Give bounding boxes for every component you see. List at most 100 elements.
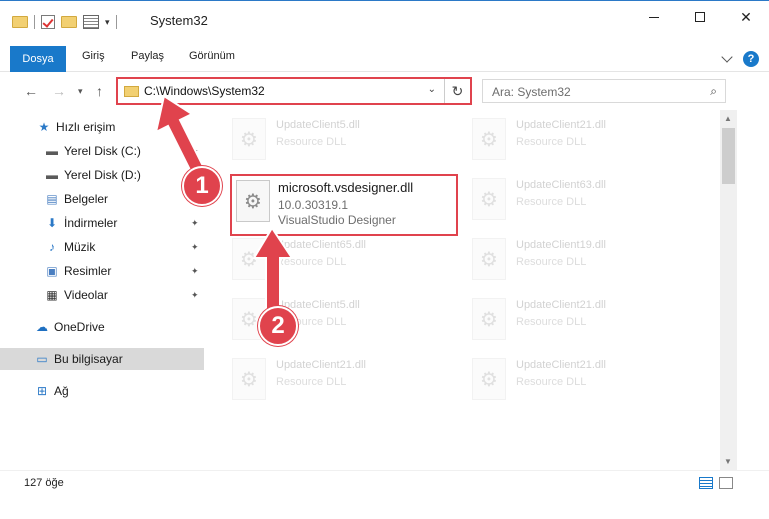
step-badge-1: 1 bbox=[182, 166, 222, 206]
file-description: Resource DLL bbox=[516, 136, 587, 148]
scroll-down-icon[interactable]: ▼ bbox=[724, 457, 732, 466]
dll-gear-icon: ⚙ bbox=[232, 118, 266, 160]
file-description: Resource DLL bbox=[276, 136, 347, 148]
file-description: Resource DLL bbox=[516, 316, 587, 328]
star-icon: ★ bbox=[38, 120, 50, 134]
minimize-button[interactable] bbox=[631, 1, 677, 33]
recent-locations-chevron-icon[interactable]: ▾ bbox=[78, 86, 83, 97]
tab-view[interactable]: Görünüm bbox=[189, 50, 235, 62]
file-name: UpdateClient21.dll bbox=[516, 119, 606, 131]
file-description: Resource DLL bbox=[516, 196, 587, 208]
downloads-icon: ⬇ bbox=[46, 216, 58, 230]
sidebar-item-label: Yerel Disk (C:) bbox=[64, 144, 141, 158]
up-arrow-icon[interactable]: ↑ bbox=[96, 83, 103, 99]
dll-gear-icon: ⚙ bbox=[472, 118, 506, 160]
search-box[interactable]: Ara: System32 ⌕ bbox=[482, 79, 726, 103]
toolbar-divider bbox=[34, 15, 35, 29]
sidebar-item-label: Müzik bbox=[64, 240, 96, 254]
sidebar-item[interactable]: ▭ Bu bilgisayar bbox=[0, 348, 204, 370]
close-icon: ✕ bbox=[740, 8, 752, 25]
file-item[interactable]: ⚙ UpdateClient21.dll Resource DLL bbox=[230, 354, 460, 410]
file-item[interactable]: ⚙ UpdateClient21.dll Resource DLL bbox=[470, 354, 700, 410]
pictures-icon: ▣ bbox=[46, 264, 58, 278]
folder-icon[interactable] bbox=[12, 16, 28, 28]
vertical-scrollbar[interactable]: ▲ ▼ bbox=[720, 110, 737, 470]
drive-d-icon: ▬ bbox=[46, 168, 58, 182]
sidebar-item-label: İndirmeler bbox=[64, 216, 118, 230]
file-name: UpdateClient21.dll bbox=[276, 359, 366, 371]
tab-file[interactable]: Dosya bbox=[10, 46, 66, 72]
window-controls: ✕ bbox=[631, 1, 769, 33]
quick-access-toolbar: ▾ bbox=[12, 15, 117, 29]
this-pc-icon: ▭ bbox=[36, 352, 48, 366]
sidebar-item[interactable]: ▣ Resimler ✦ bbox=[0, 260, 204, 282]
documents-icon: ▤ bbox=[46, 192, 58, 206]
file-item[interactable]: ⚙ UpdateClient63.dll Resource DLL bbox=[470, 174, 700, 230]
videos-icon: ▦ bbox=[46, 288, 58, 302]
dll-gear-icon: ⚙ bbox=[472, 298, 506, 340]
file-description: Resource DLL bbox=[276, 376, 347, 388]
scroll-up-icon[interactable]: ▲ bbox=[724, 114, 732, 123]
pin-icon[interactable]: ✦ bbox=[191, 266, 199, 277]
file-item[interactable]: ⚙ UpdateClient21.dll Resource DLL bbox=[470, 114, 700, 170]
maximize-button[interactable] bbox=[677, 1, 723, 33]
pin-icon[interactable]: ✦ bbox=[191, 218, 199, 229]
pin-icon[interactable]: ✦ bbox=[191, 290, 199, 301]
file-description: Resource DLL bbox=[516, 256, 587, 268]
minimize-icon bbox=[649, 16, 659, 18]
new-folder-icon[interactable] bbox=[61, 16, 77, 28]
sidebar-item-label: Resimler bbox=[64, 264, 112, 278]
customize-toolbar-chevron-icon[interactable]: ▾ bbox=[105, 17, 110, 28]
expand-ribbon-chevron-icon[interactable] bbox=[721, 51, 733, 63]
dll-gear-icon: ⚙ bbox=[232, 358, 266, 400]
search-icon[interactable]: ⌕ bbox=[710, 84, 717, 99]
search-placeholder: Ara: System32 bbox=[492, 85, 571, 99]
ribbon-tabs: Dosya Giriş Paylaş Görünüm ? bbox=[0, 46, 769, 72]
sidebar-item[interactable]: ☁ OneDrive bbox=[0, 316, 204, 338]
step-badge-2: 2 bbox=[258, 306, 298, 346]
drive-c-icon: ▬ bbox=[46, 144, 58, 158]
dll-gear-icon: ⚙ bbox=[472, 178, 506, 220]
properties-check-icon[interactable] bbox=[41, 15, 55, 29]
sidebar-item-label: Bu bilgisayar bbox=[54, 352, 123, 366]
sidebar-item[interactable]: ⊞ Ağ bbox=[0, 380, 204, 402]
large-icons-view-icon[interactable] bbox=[719, 477, 733, 489]
properties-icon[interactable] bbox=[83, 15, 99, 29]
sidebar-item-label: Hızlı erişim bbox=[56, 120, 116, 134]
address-dropdown-icon[interactable]: ⌄ bbox=[428, 84, 436, 95]
sidebar-item[interactable]: ♪ Müzik ✦ bbox=[0, 236, 204, 258]
music-icon: ♪ bbox=[49, 240, 55, 254]
file-item[interactable]: ⚙ UpdateClient5.dll Resource DLL bbox=[230, 114, 460, 170]
help-button[interactable]: ? bbox=[743, 51, 759, 67]
file-name: UpdateClient21.dll bbox=[516, 359, 606, 371]
maximize-icon bbox=[695, 12, 705, 22]
file-name: microsoft.vsdesigner.dll bbox=[278, 180, 414, 195]
onedrive-icon: ☁ bbox=[36, 320, 48, 334]
sidebar-item-label: OneDrive bbox=[54, 320, 105, 334]
file-name: UpdateClient5.dll bbox=[276, 119, 360, 131]
sidebar-item[interactable]: ⬇ İndirmeler ✦ bbox=[0, 212, 204, 234]
file-name: UpdateClient63.dll bbox=[516, 179, 606, 191]
scrollbar-thumb[interactable] bbox=[722, 128, 735, 184]
sidebar-item-label: Yerel Disk (D:) bbox=[64, 168, 141, 182]
status-bar: 127 öğe bbox=[0, 470, 769, 496]
file-version: 10.0.30319.1 bbox=[278, 198, 349, 212]
sidebar-item-label: Ağ bbox=[54, 384, 69, 398]
close-button[interactable]: ✕ bbox=[723, 1, 769, 33]
file-description: Resource DLL bbox=[516, 376, 587, 388]
pin-icon[interactable]: ✦ bbox=[191, 242, 199, 253]
network-icon: ⊞ bbox=[36, 384, 48, 398]
details-view-icon[interactable] bbox=[699, 477, 713, 489]
tab-share[interactable]: Paylaş bbox=[131, 50, 164, 62]
refresh-button[interactable]: ↻ bbox=[444, 79, 470, 103]
title-bar: ▾ System32 ✕ bbox=[0, 0, 769, 40]
dll-gear-icon: ⚙ bbox=[236, 180, 270, 222]
back-arrow-icon[interactable]: ← bbox=[24, 83, 38, 99]
file-item[interactable]: ⚙ UpdateClient21.dll Resource DLL bbox=[470, 294, 700, 350]
tab-home[interactable]: Giriş bbox=[82, 50, 105, 62]
forward-arrow-icon[interactable]: → bbox=[52, 83, 66, 99]
file-name: UpdateClient21.dll bbox=[516, 299, 606, 311]
file-item[interactable]: ⚙ UpdateClient19.dll Resource DLL bbox=[470, 234, 700, 290]
sidebar-item-label: Belgeler bbox=[64, 192, 109, 206]
sidebar-item[interactable]: ▦ Videolar ✦ bbox=[0, 284, 204, 306]
